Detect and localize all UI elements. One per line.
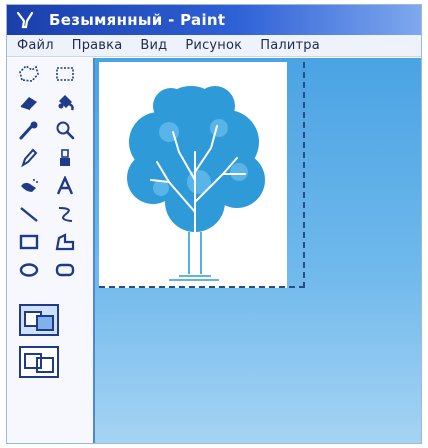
menu-view[interactable]: Вид bbox=[140, 38, 167, 53]
menu-image[interactable]: Рисунок bbox=[185, 38, 242, 53]
title-bar[interactable]: Безымянный - Paint bbox=[7, 5, 421, 35]
free-form-select-icon[interactable] bbox=[15, 62, 43, 86]
curve-icon[interactable] bbox=[51, 202, 79, 226]
line-icon[interactable] bbox=[15, 202, 43, 226]
window-title: Безымянный - Paint bbox=[49, 11, 226, 29]
transparent-selection-icon[interactable] bbox=[19, 346, 59, 378]
magnifier-icon[interactable] bbox=[51, 118, 79, 142]
brush-icon[interactable] bbox=[51, 146, 79, 170]
paint-window: Безымянный - Paint Файл Правка Вид Рисун… bbox=[6, 4, 422, 444]
eraser-icon[interactable] bbox=[15, 90, 43, 114]
airbrush-icon[interactable] bbox=[15, 174, 43, 198]
menu-bar: Файл Правка Вид Рисунок Палитра bbox=[7, 35, 421, 57]
color-picker-icon[interactable] bbox=[15, 118, 43, 142]
menu-edit[interactable]: Правка bbox=[72, 38, 123, 53]
rounded-rect-icon[interactable] bbox=[51, 258, 79, 282]
pencil-icon[interactable] bbox=[15, 146, 43, 170]
rectangle-icon[interactable] bbox=[15, 230, 43, 254]
paint-app-icon[interactable] bbox=[15, 10, 35, 30]
rect-select-icon[interactable] bbox=[51, 62, 79, 86]
toolbox bbox=[7, 58, 95, 443]
ellipse-icon[interactable] bbox=[15, 258, 43, 282]
opaque-selection-icon[interactable] bbox=[19, 304, 59, 336]
text-icon[interactable] bbox=[51, 174, 79, 198]
selection-border[interactable] bbox=[99, 62, 305, 288]
fill-icon[interactable] bbox=[51, 90, 79, 114]
menu-file[interactable]: Файл bbox=[17, 38, 54, 53]
polygon-icon[interactable] bbox=[51, 230, 79, 254]
menu-colors[interactable]: Палитра bbox=[260, 38, 320, 53]
canvas-area[interactable] bbox=[95, 58, 421, 443]
